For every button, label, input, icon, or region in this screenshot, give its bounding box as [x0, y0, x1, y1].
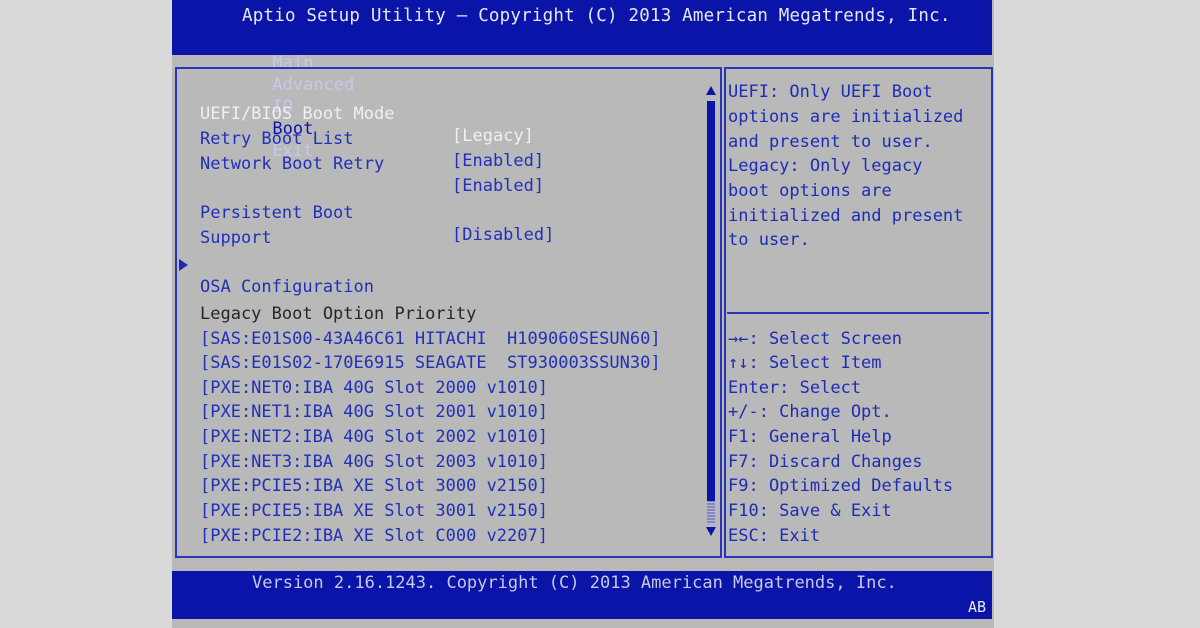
key-help-enter: Enter: Select	[728, 378, 862, 398]
app-title: Aptio Setup Utility – Copyright (C) 2013…	[242, 6, 951, 26]
key-help-f7: F7: Discard Changes	[728, 452, 923, 472]
setting-value[interactable]: [Disabled]	[452, 224, 554, 246]
help-text-line: UEFI: Only UEFI Boot	[728, 82, 933, 102]
setting-value[interactable]: [Legacy]	[452, 125, 534, 147]
submenu-arrow-icon	[179, 259, 188, 271]
status-badge: AB	[967, 598, 986, 616]
footer-bar: Version 2.16.1243. Copyright (C) 2013 Am…	[172, 571, 992, 619]
scroll-track[interactable]	[707, 501, 715, 523]
boot-option-item[interactable]: [PXE:PCIE5:IBA XE Slot 3001 v2150]	[200, 500, 548, 522]
setting-persistent-boot-support[interactable]: Persistent Boot [Disabled]	[200, 180, 554, 245]
boot-option-item[interactable]: [PXE:PCIE2:IBA XE Slot C000 v2207]	[200, 525, 548, 547]
tab-bar: Main Advanced IO Boot Exit	[208, 32, 357, 161]
header-bar: Aptio Setup Utility – Copyright (C) 2013…	[172, 0, 992, 161]
boot-option-item[interactable]: [PXE:NET1:IBA 40G Slot 2001 v1010]	[200, 401, 548, 423]
help-text-line: options are initialized	[728, 107, 964, 127]
help-text-line: and present to user.	[728, 132, 933, 152]
setting-value[interactable]: [Enabled]	[452, 150, 544, 172]
scroll-thumb[interactable]	[707, 101, 715, 501]
setting-uefi-bios-boot-mode[interactable]: UEFI/BIOS Boot Mode [Legacy]	[200, 81, 534, 146]
key-help-f9: F9: Optimized Defaults	[728, 476, 954, 496]
boot-option-item[interactable]: [PXE:NET2:IBA 40G Slot 2002 v1010]	[200, 426, 548, 448]
help-text-line: boot options are	[728, 181, 892, 201]
bios-screen: Aptio Setup Utility – Copyright (C) 2013…	[172, 0, 994, 628]
key-help-f10: F10: Save & Exit	[728, 501, 892, 521]
scrollbar[interactable]	[704, 80, 718, 545]
scroll-down-arrow-icon[interactable]	[706, 527, 716, 536]
boot-option-item[interactable]: [PXE:NET3:IBA 40G Slot 2003 v1010]	[200, 451, 548, 473]
setting-network-boot-retry[interactable]: Network Boot Retry [Enabled]	[200, 131, 544, 196]
legacy-priority-heading: Legacy Boot Option Priority	[200, 304, 477, 324]
version-text: Version 2.16.1243. Copyright (C) 2013 Am…	[252, 573, 897, 593]
submenu-osa-configuration[interactable]: OSA Configuration	[200, 254, 374, 297]
key-help-select-screen: →←: Select Screen	[728, 329, 902, 349]
key-help-f1: F1: General Help	[728, 427, 892, 447]
setting-value[interactable]: [Enabled]	[452, 175, 544, 197]
boot-option-item[interactable]: [PXE:PCIE5:IBA XE Slot 3000 v2150]	[200, 475, 548, 497]
setting-label: Network Boot Retry	[200, 154, 385, 174]
submenu-label: OSA Configuration	[200, 277, 374, 297]
setting-label: Support	[200, 228, 272, 248]
help-divider	[727, 312, 989, 314]
key-help-select-item: ↑↓: Select Item	[728, 353, 882, 373]
boot-option-item[interactable]: [SAS:E01S02-170E6915 SEAGATE ST930003SSU…	[200, 352, 661, 374]
setting-retry-boot-list[interactable]: Retry Boot List [Enabled]	[200, 106, 544, 171]
boot-option-item[interactable]: [PXE:NET0:IBA 40G Slot 2000 v1010]	[200, 377, 548, 399]
setting-persistent-boot-support-line2[interactable]: Support	[200, 205, 272, 248]
scroll-up-arrow-icon[interactable]	[706, 86, 716, 95]
help-text-line: initialized and present	[728, 206, 964, 226]
key-help-esc: ESC: Exit	[728, 526, 821, 546]
help-text-line: to user.	[728, 230, 810, 250]
boot-option-item[interactable]: [SAS:E01S00-43A46C61 HITACHI H109060SESU…	[200, 328, 661, 350]
help-text-line: Legacy: Only legacy	[728, 156, 923, 176]
key-help-change-opt: +/-: Change Opt.	[728, 402, 892, 422]
